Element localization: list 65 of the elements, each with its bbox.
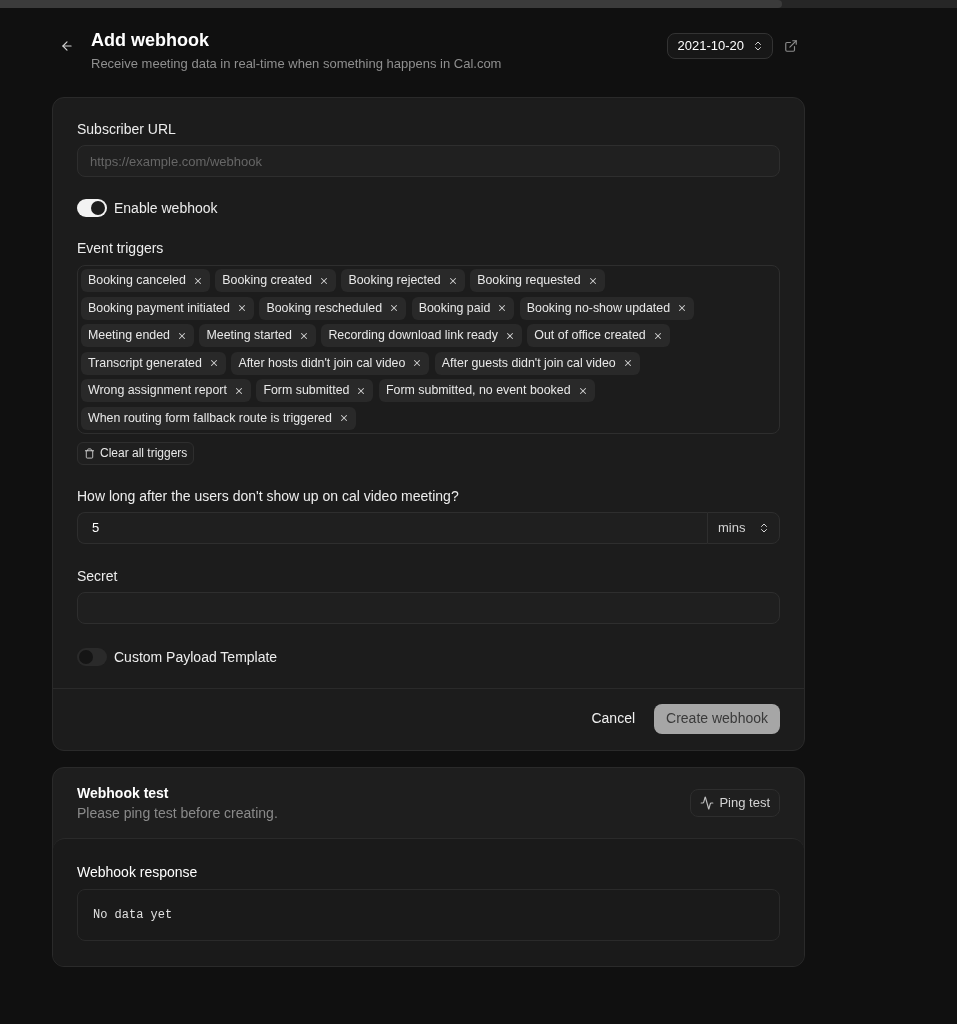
pulse-icon xyxy=(700,795,715,810)
remove-icon[interactable] xyxy=(177,330,187,341)
remove-icon[interactable] xyxy=(356,385,367,396)
trigger-label: Booking payment initiated xyxy=(88,299,230,317)
remove-icon[interactable] xyxy=(298,330,309,341)
trigger-label: Booking no-show updated xyxy=(526,299,671,317)
trigger-select[interactable] xyxy=(77,265,780,434)
remove-icon[interactable] xyxy=(318,275,329,286)
trigger-label: Meeting ended xyxy=(88,327,170,345)
page-subtitle: Receive meeting data in real-time when something happens in Cal.com xyxy=(91,55,502,73)
remove-icon[interactable] xyxy=(497,303,508,313)
remove-icon[interactable] xyxy=(233,385,244,396)
trigger-label: After hosts didn't join cal video xyxy=(238,354,406,372)
section-subtitle: Please ping test before creating. xyxy=(77,803,278,823)
trigger-label: Out of office created xyxy=(534,327,646,345)
remove-icon[interactable] xyxy=(677,303,688,313)
field-label: Secret xyxy=(77,566,119,586)
trigger-label: Booking requested xyxy=(477,272,581,290)
toggle-label: Custom Payload Template xyxy=(114,647,278,667)
toggle-label: Enable webhook xyxy=(114,199,218,218)
remove-icon[interactable] xyxy=(389,303,400,313)
chevrons-icon xyxy=(752,40,764,52)
remove-icon[interactable] xyxy=(587,275,598,286)
section-title: Webhook test xyxy=(77,783,170,803)
remove-icon[interactable] xyxy=(236,303,247,313)
remove-icon[interactable] xyxy=(412,358,423,368)
trigger-label: Booking created xyxy=(222,272,312,290)
trigger-label: Transcript generated xyxy=(88,354,202,372)
unit-select[interactable]: mins xyxy=(707,511,780,544)
page-title: Add webhook xyxy=(91,29,210,52)
trigger-label: Booking rejected xyxy=(348,272,441,290)
trigger-label: Booking canceled xyxy=(88,272,186,290)
trigger-label: Form submitted, no event booked xyxy=(385,382,571,400)
trigger-label: Meeting started xyxy=(206,327,292,345)
remove-icon[interactable] xyxy=(577,385,588,396)
remove-icon[interactable] xyxy=(447,275,458,286)
chevrons-icon xyxy=(758,521,770,534)
scrollbar-thumb[interactable] xyxy=(0,0,782,8)
remove-icon[interactable] xyxy=(192,275,203,286)
trigger-label: After guests didn't join cal video xyxy=(441,354,616,372)
toggle-switch[interactable] xyxy=(77,199,107,217)
field-label: Subscriber URL xyxy=(77,120,177,139)
trigger-label: Booking paid xyxy=(418,299,491,317)
cancel-button[interactable]: Cancel xyxy=(579,703,648,734)
trigger-label: When routing form fallback route is triggered xyxy=(88,409,332,427)
remove-icon[interactable] xyxy=(622,358,633,368)
field-label: Event triggers xyxy=(77,239,165,258)
delay-input[interactable]: 5 xyxy=(77,511,707,544)
ping-test-button[interactable]: Ping test xyxy=(690,788,780,817)
remove-icon[interactable] xyxy=(208,358,219,368)
trigger-label: Booking rescheduled xyxy=(266,299,383,317)
section-title: Webhook response xyxy=(77,862,199,882)
response-output: No data yet xyxy=(77,888,780,941)
url-input[interactable]: https://example.com/webhook xyxy=(77,145,780,177)
remove-icon[interactable] xyxy=(504,330,515,341)
remove-icon[interactable] xyxy=(652,330,663,341)
trigger-label: Form submitted xyxy=(263,382,350,400)
trigger-label: Recording download link ready xyxy=(328,327,498,345)
clear-triggers-button[interactable]: Clear all triggers xyxy=(77,441,195,465)
field-label: How long after the users don't show up on cal video meeting? xyxy=(77,486,460,506)
trigger-label: Wrong assignment report xyxy=(88,382,227,400)
remove-icon[interactable] xyxy=(338,413,349,423)
external-link-icon[interactable] xyxy=(784,39,798,53)
trash-icon xyxy=(84,447,95,459)
version-select[interactable]: 2021-10-20 xyxy=(666,33,773,59)
